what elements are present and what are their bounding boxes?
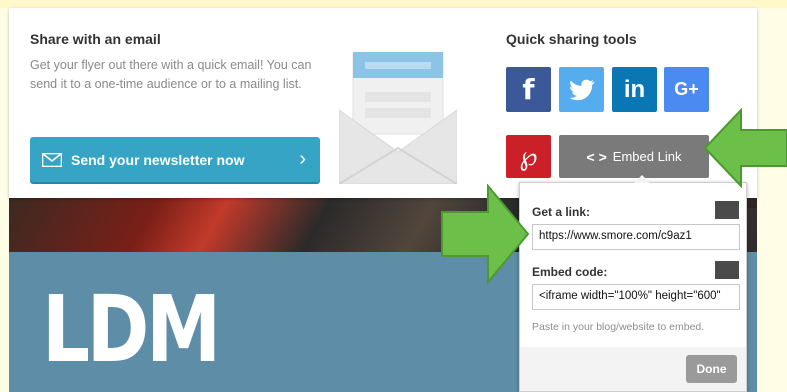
embed-popup-body: Get a link: https://www.smore.com/c9az1 … xyxy=(520,183,746,347)
embed-link-button[interactable]: < > Embed Link xyxy=(559,135,709,178)
embed-code-label: Embed code: xyxy=(532,265,608,279)
copy-link-swatch[interactable] xyxy=(715,201,739,219)
pinterest-share-button[interactable]: ℘ xyxy=(506,135,551,178)
send-newsletter-button[interactable]: Send your newsletter now › xyxy=(30,137,320,182)
link-url-field[interactable]: https://www.smore.com/c9az1 xyxy=(532,224,740,250)
share-card: Share with an email Get your flyer out t… xyxy=(9,8,757,198)
linkedin-share-button[interactable]: in xyxy=(612,67,657,112)
facebook-share-button[interactable]: f xyxy=(506,67,551,112)
facebook-icon: f xyxy=(522,73,535,106)
envelope-icon xyxy=(42,152,62,167)
code-brackets-icon: < > xyxy=(586,148,607,165)
copy-embed-swatch[interactable] xyxy=(715,261,739,279)
embed-popup: Get a link: https://www.smore.com/c9az1 … xyxy=(519,175,747,392)
banner-headline: LDM xyxy=(42,276,221,383)
top-strip xyxy=(0,0,787,8)
embed-code-field[interactable]: <iframe width="100%" height="600" xyxy=(532,284,740,310)
chevron-right-icon: › xyxy=(299,148,306,170)
popup-caret xyxy=(634,175,650,183)
quick-sharing-title: Quick sharing tools xyxy=(506,31,637,47)
done-button[interactable]: Done xyxy=(686,355,737,383)
googleplus-icon: G+ xyxy=(674,79,699,99)
email-section-description: Get your flyer out there with a quick em… xyxy=(30,58,312,91)
email-section-title: Share with an email xyxy=(30,31,161,47)
send-newsletter-label: Send your newsletter now xyxy=(71,151,245,168)
linkedin-icon: in xyxy=(623,75,646,103)
embed-link-label: Embed Link xyxy=(612,149,682,164)
googleplus-share-button[interactable]: G+ xyxy=(664,67,709,112)
get-link-label: Get a link: xyxy=(532,205,591,219)
twitter-share-button[interactable] xyxy=(559,67,604,112)
arrow-pointer-icon xyxy=(441,184,530,284)
pinterest-icon: ℘ xyxy=(519,141,538,172)
newsletter-envelope-illustration xyxy=(339,52,457,184)
arrow-pointer-icon xyxy=(703,108,787,188)
embed-hint: Paste in your blog/website to embed. xyxy=(532,321,705,333)
twitter-icon xyxy=(569,79,595,100)
